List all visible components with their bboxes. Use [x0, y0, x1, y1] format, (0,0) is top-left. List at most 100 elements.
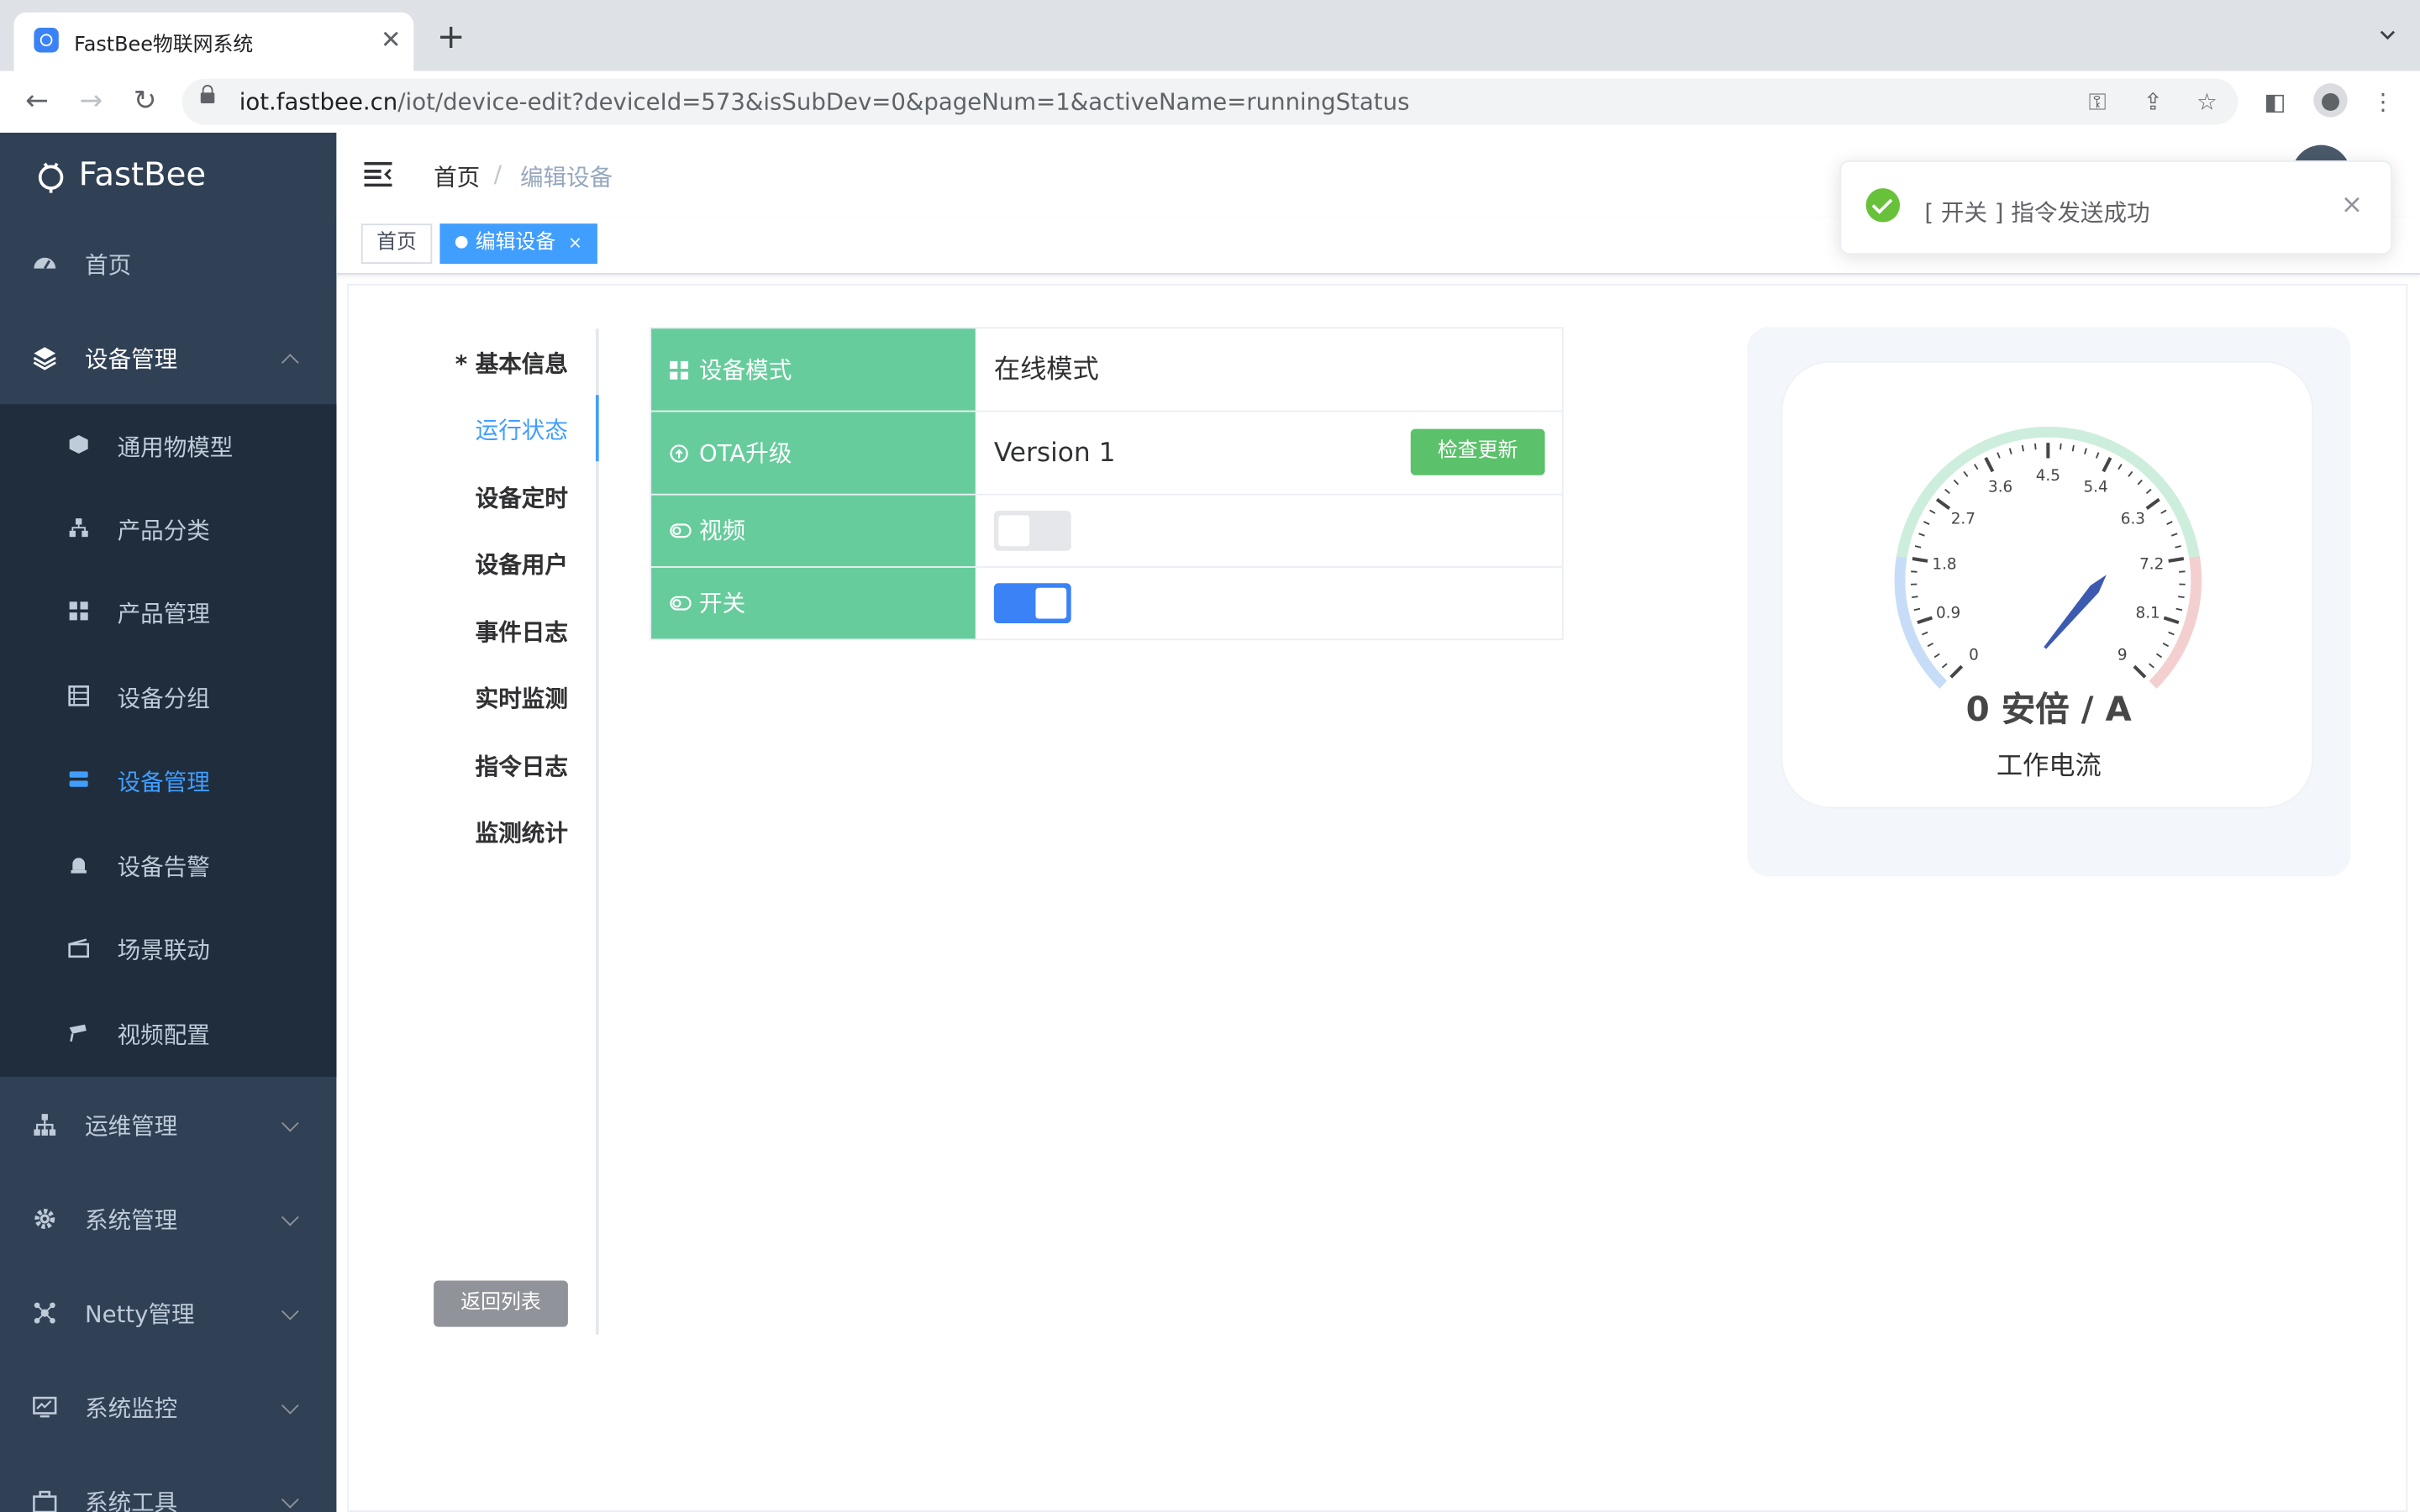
submenu-item-label: 场景联动	[117, 936, 210, 964]
forward-icon[interactable]: →	[72, 83, 109, 120]
toggle-icon	[670, 523, 692, 538]
key-icon[interactable]: ⚿	[2084, 88, 2112, 116]
close-tag-icon[interactable]: ×	[568, 233, 582, 253]
new-tab-icon[interactable]: +	[437, 19, 466, 57]
gauge-tick-label: 3.6	[1988, 479, 2012, 496]
status-label: OTA升级	[651, 412, 976, 494]
check-update-button[interactable]: 检查更新	[1410, 428, 1545, 475]
power-switch[interactable]	[993, 583, 1071, 624]
gauge-tick-label: 4.5	[2036, 467, 2060, 485]
network-icon	[34, 1302, 55, 1324]
sidebar-item-label: Netty管理	[85, 1300, 195, 1329]
tab-device-timer[interactable]: 设备定时	[476, 481, 568, 514]
gauge-tick-label: 9	[2118, 646, 2128, 664]
list-icon	[68, 685, 89, 706]
gauge-minor-tick	[1944, 488, 1950, 495]
browser-tab[interactable]: FastBee物联网系统 ✕	[13, 12, 414, 71]
sidebar-item-system[interactable]: 系统管理	[0, 1174, 336, 1267]
submenu-item-device-manage[interactable]: 设备管理	[0, 739, 336, 822]
gauge-minor-tick	[1941, 663, 1948, 669]
sidebar-item-label: 设备管理	[85, 345, 178, 374]
sidebar-item-netty[interactable]: Netty管理	[0, 1268, 336, 1361]
gauge-major-tick	[1935, 497, 1951, 510]
sidebar-item-label: 首页	[85, 251, 132, 280]
toggle-icon	[670, 596, 692, 611]
sidebar: FastBee 首页 设备管理 通用物模型 产品分类 产品管理 设备分组 设备管…	[0, 132, 337, 1512]
back-icon[interactable]: ←	[18, 83, 55, 120]
lock-icon	[200, 85, 215, 104]
submenu-item-label: 设备管理	[117, 768, 210, 796]
running-status-table: 设备模式 在线模式 OTA升级 Version 1 检查更新 视频 开关	[650, 327, 1564, 641]
monitor-icon	[33, 1396, 57, 1418]
submenu-item-scene-linkage[interactable]: 场景联动	[0, 907, 336, 990]
gauge-tick-label: 1.8	[1932, 556, 1956, 574]
gauge-pointer	[2044, 575, 2107, 649]
cube-icon	[69, 434, 88, 454]
logo-text: FastBee	[78, 155, 207, 193]
chevron-down-icon	[281, 1114, 299, 1132]
tag-edit-device[interactable]: 编辑设备 ×	[439, 223, 598, 265]
status-label-text: 视频	[699, 517, 746, 545]
submenu-item-product-management[interactable]: 产品管理	[0, 571, 336, 654]
breadcrumb-current: 编辑设备	[519, 163, 613, 192]
star-icon[interactable]: ☆	[2193, 88, 2221, 116]
profile-icon[interactable]: ●	[2313, 83, 2348, 118]
sidebar-item-tools[interactable]: 系统工具	[0, 1457, 336, 1512]
tab-event-log[interactable]: 事件日志	[476, 616, 568, 648]
status-value	[977, 568, 1562, 638]
grid-icon	[670, 360, 689, 379]
main-content: * 基本信息 运行状态 设备定时 设备用户 事件日志 实时监测 指令日志 监测统…	[347, 283, 2408, 1512]
submenu-item-device-alarm[interactable]: 设备告警	[0, 824, 336, 907]
device-mode-value: 在线模式	[993, 354, 1099, 386]
back-to-list-button[interactable]: 返回列表	[434, 1280, 568, 1327]
video-switch[interactable]	[993, 510, 1071, 551]
gauge-minor-tick	[2155, 653, 2163, 659]
address-bar[interactable]: iot.fastbee.cn/iot/device-edit?deviceId=…	[182, 78, 2238, 125]
check-circle-icon	[1865, 188, 1901, 223]
tag-home[interactable]: 首页	[360, 223, 433, 265]
sidebar-item-label: 运维管理	[85, 1112, 178, 1141]
gauge-minor-tick	[2178, 596, 2185, 599]
submenu-item-thing-model[interactable]: 通用物模型	[0, 404, 336, 487]
gauge-value-text: 0 安倍 / A	[1965, 690, 2132, 730]
gauge-major-tick	[1984, 457, 1995, 473]
sidebar-item-monitor[interactable]: 系统监控	[0, 1362, 336, 1455]
gauge-major-tick	[2163, 616, 2180, 625]
share-icon[interactable]: ⇪	[2139, 88, 2167, 116]
submenu-item-product-category[interactable]: 产品分类	[0, 487, 336, 570]
gauge-tick-label: 6.3	[2121, 511, 2145, 528]
chevron-down-icon[interactable]	[2380, 28, 2396, 43]
sidebar-item-home[interactable]: 首页	[0, 219, 336, 312]
close-tab-icon[interactable]: ✕	[381, 24, 402, 55]
status-label: 视频	[651, 495, 976, 567]
status-row-device-mode: 设备模式 在线模式	[651, 328, 1562, 412]
status-label: 设备模式	[651, 328, 976, 411]
submenu-item-video-config[interactable]: 视频配置	[0, 992, 336, 1075]
close-icon[interactable]: ×	[2341, 190, 2363, 221]
url-text[interactable]: iot.fastbee.cn/iot/device-edit?deviceId=…	[239, 88, 1410, 116]
gauge-minor-tick	[1918, 533, 1925, 537]
menu-dots-icon[interactable]: ⋮	[2369, 88, 2396, 116]
tab-device-users[interactable]: 设备用户	[476, 548, 568, 580]
sidebar-item-device-management[interactable]: 设备管理	[0, 313, 336, 406]
chevron-down-icon	[281, 1208, 299, 1226]
submenu-item-label: 通用物模型	[117, 433, 234, 462]
tab-realtime-monitor[interactable]: 实时监测	[476, 682, 568, 715]
reload-icon[interactable]: ↻	[127, 83, 164, 120]
chevron-down-icon	[281, 1302, 299, 1320]
gauge-card: 0 0.9 1.8 2.7 3.6 4.5 5.4 6.3 7.2 8.1 9 0 安倍 / A 工…	[1747, 327, 2351, 877]
gauge-minor-tick	[2166, 521, 2173, 525]
submenu-item-device-group[interactable]: 设备分组	[0, 656, 336, 739]
hamburger-icon[interactable]	[364, 161, 392, 187]
url-host: iot.fastbee.cn	[239, 87, 398, 116]
gauge-minor-tick	[2137, 479, 2143, 486]
tab-running-status[interactable]: 运行状态	[476, 413, 568, 446]
gauge-minor-tick	[1963, 470, 1969, 477]
gauge-tick-label: 5.4	[2083, 479, 2107, 496]
side-panel-icon[interactable]: ◧	[2261, 88, 2289, 116]
sidebar-item-ops[interactable]: 运维管理	[0, 1080, 336, 1173]
tab-monitor-stats[interactable]: 监测统计	[476, 816, 568, 849]
breadcrumb-home[interactable]: 首页	[434, 160, 480, 193]
tab-basic-info[interactable]: * 基本信息	[455, 347, 568, 380]
tab-command-log[interactable]: 指令日志	[476, 750, 568, 783]
